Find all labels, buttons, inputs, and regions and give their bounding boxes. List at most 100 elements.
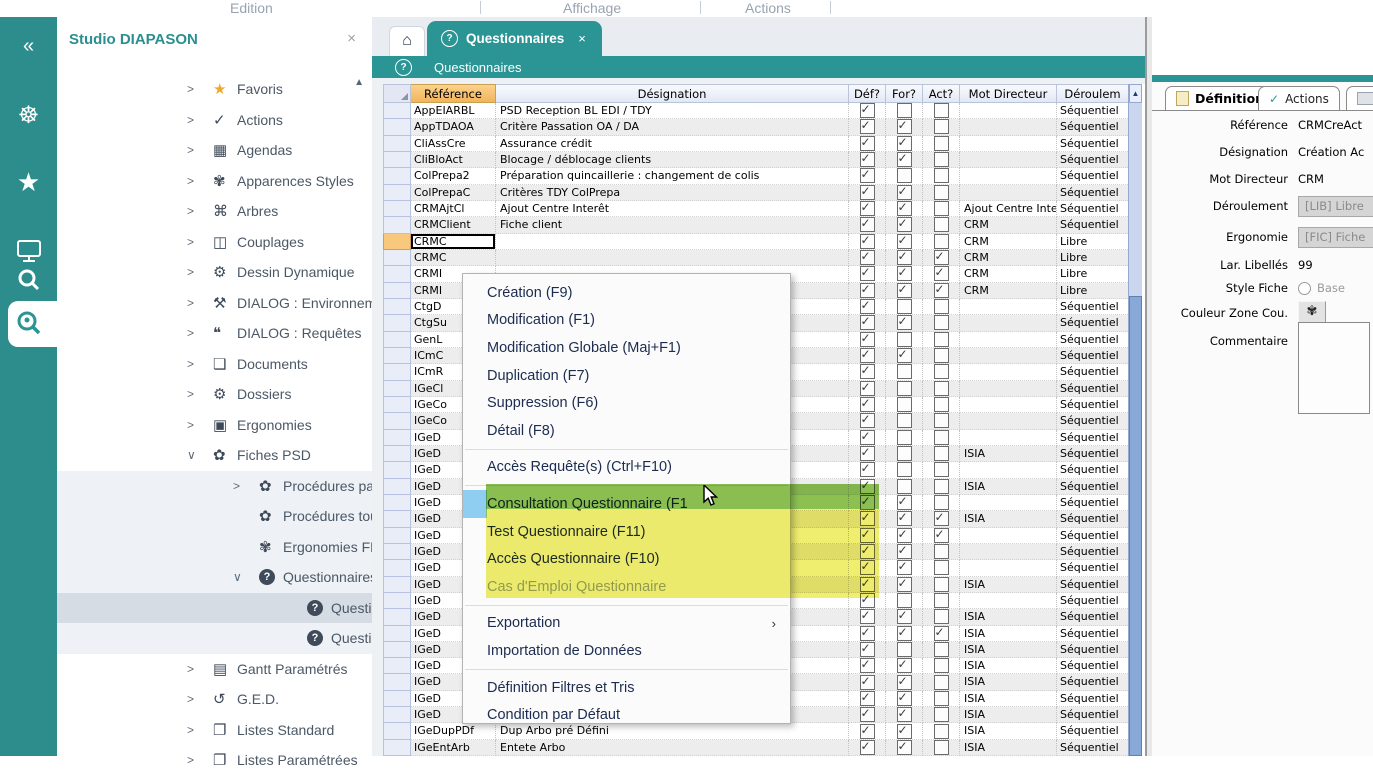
- cell-deroulement[interactable]: Séquentiel: [1057, 495, 1128, 511]
- cell-deroulement[interactable]: Séquentiel: [1057, 381, 1128, 397]
- checkbox-for[interactable]: [897, 544, 912, 559]
- chevron-icon[interactable]: ∨: [187, 448, 213, 462]
- cell-designation[interactable]: Préparation quincaillerie : changement d…: [496, 168, 849, 184]
- column-header-deroulement[interactable]: Déroulem: [1057, 84, 1128, 103]
- checkbox-def[interactable]: [860, 266, 875, 281]
- cell-deroulement[interactable]: Libre: [1057, 234, 1128, 250]
- cell-mot-directeur[interactable]: CRM: [960, 234, 1057, 250]
- row-header[interactable]: [383, 528, 411, 544]
- cell-mot-directeur[interactable]: CRM: [960, 217, 1057, 233]
- monitor-icon[interactable]: [0, 239, 57, 268]
- checkbox-def[interactable]: [860, 103, 875, 118]
- checkbox-def[interactable]: [860, 430, 875, 445]
- row-header[interactable]: [383, 168, 411, 184]
- chevron-icon[interactable]: >: [187, 174, 213, 188]
- checkbox-def[interactable]: [860, 397, 875, 412]
- tree-item[interactable]: > ↺ G.E.D.: [57, 684, 372, 715]
- cell-reference[interactable]: CRMClient: [411, 217, 496, 233]
- checkbox-def[interactable]: [860, 348, 875, 363]
- row-header[interactable]: [383, 593, 411, 609]
- checkbox-act[interactable]: [934, 234, 949, 249]
- menu-item[interactable]: Création (F9): [463, 279, 790, 307]
- checkbox-act[interactable]: [934, 446, 949, 461]
- table-row[interactable]: CliBloAct Blocage / déblocage clients Sé…: [383, 152, 1128, 168]
- cell-deroulement[interactable]: Séquentiel: [1057, 168, 1128, 184]
- table-row[interactable]: CRMAjtCl Ajout Centre Interêt Ajout Cent…: [383, 201, 1128, 217]
- menu-item[interactable]: Modification (F1): [463, 307, 790, 335]
- checkbox-for[interactable]: [897, 364, 912, 379]
- cell-mot-directeur[interactable]: ISIA: [960, 723, 1057, 739]
- chevron-icon[interactable]: >: [187, 235, 213, 249]
- checkbox-for[interactable]: [897, 119, 912, 134]
- checkbox-def[interactable]: [860, 234, 875, 249]
- menu-affichage[interactable]: Affichage: [563, 0, 621, 16]
- chevron-icon[interactable]: >: [187, 387, 213, 401]
- row-header[interactable]: [383, 560, 411, 576]
- checkbox-act[interactable]: [934, 201, 949, 216]
- tree-item[interactable]: > ❐ Listes Standard: [57, 715, 372, 746]
- checkbox-def[interactable]: [860, 283, 875, 298]
- checkbox-def[interactable]: [860, 626, 875, 641]
- tree-item[interactable]: ∨ ? Questionnaires: [57, 562, 372, 593]
- checkbox-def[interactable]: [860, 413, 875, 428]
- menu-item[interactable]: Duplication (F7): [463, 362, 790, 390]
- checkbox-def[interactable]: [860, 740, 875, 755]
- cell-mot-directeur[interactable]: [960, 462, 1057, 478]
- row-header[interactable]: [383, 674, 411, 690]
- row-header[interactable]: [383, 234, 411, 250]
- checkbox-act[interactable]: [934, 511, 949, 526]
- cell-mot-directeur[interactable]: [960, 544, 1057, 560]
- select-all-corner[interactable]: [383, 84, 411, 103]
- cell-designation[interactable]: Entete Arbo: [496, 740, 849, 756]
- checkbox-act[interactable]: [934, 560, 949, 575]
- menu-actions[interactable]: Actions: [745, 0, 791, 16]
- checkbox-act[interactable]: [934, 103, 949, 118]
- row-header[interactable]: [383, 103, 411, 119]
- cell-mot-directeur[interactable]: [960, 152, 1057, 168]
- checkbox-act[interactable]: [934, 381, 949, 396]
- cell-designation[interactable]: [496, 250, 849, 266]
- tree-item[interactable]: ? Questionnaires: [57, 593, 372, 624]
- checkbox-for[interactable]: [897, 528, 912, 543]
- cell-deroulement[interactable]: Séquentiel: [1057, 707, 1128, 723]
- checkbox-for[interactable]: [897, 397, 912, 412]
- cell-deroulement[interactable]: Séquentiel: [1057, 119, 1128, 135]
- checkbox-act[interactable]: [934, 675, 949, 690]
- row-header[interactable]: [383, 397, 411, 413]
- checkbox-for[interactable]: [897, 168, 912, 183]
- checkbox-def[interactable]: [860, 462, 875, 477]
- chevron-icon[interactable]: >: [187, 296, 213, 310]
- row-header[interactable]: [383, 348, 411, 364]
- chevron-icon[interactable]: >: [187, 753, 213, 767]
- checkbox-act[interactable]: [934, 217, 949, 232]
- tree-item[interactable]: > ✿ Procédures par Catégorie: [57, 471, 372, 502]
- chevron-icon[interactable]: >: [187, 723, 213, 737]
- collapse-sidebar-icon[interactable]: «: [0, 35, 57, 58]
- cell-mot-directeur[interactable]: ISIA: [960, 479, 1057, 495]
- checkbox-act[interactable]: [934, 528, 949, 543]
- checkbox-for[interactable]: [897, 136, 912, 151]
- checkbox-def[interactable]: [860, 642, 875, 657]
- tab-questionnaires[interactable]: ? Questionnaires ×: [427, 21, 602, 56]
- chevron-icon[interactable]: >: [187, 357, 213, 371]
- checkbox-def[interactable]: [860, 707, 875, 722]
- cell-mot-directeur[interactable]: [960, 413, 1057, 429]
- chevron-icon[interactable]: >: [187, 204, 213, 218]
- row-header[interactable]: [383, 495, 411, 511]
- checkbox-for[interactable]: [897, 266, 912, 281]
- cell-mot-directeur[interactable]: [960, 397, 1057, 413]
- cell-mot-directeur[interactable]: ISIA: [960, 511, 1057, 527]
- row-header[interactable]: [383, 364, 411, 380]
- cell-reference[interactable]: CliBloAct: [411, 152, 496, 168]
- table-row[interactable]: ColPrepa2 Préparation quincaillerie : ch…: [383, 168, 1128, 184]
- cell-deroulement[interactable]: Séquentiel: [1057, 103, 1128, 119]
- cell-mot-directeur[interactable]: ISIA: [960, 609, 1057, 625]
- row-header[interactable]: [383, 658, 411, 674]
- checkbox-for[interactable]: [897, 283, 912, 298]
- cell-mot-directeur[interactable]: [960, 348, 1057, 364]
- cell-mot-directeur[interactable]: [960, 560, 1057, 576]
- checkbox-for[interactable]: [897, 642, 912, 657]
- menu-item[interactable]: [465, 605, 788, 606]
- cell-reference[interactable]: CRMC: [411, 250, 496, 266]
- cell-mot-directeur[interactable]: CRM: [960, 266, 1057, 282]
